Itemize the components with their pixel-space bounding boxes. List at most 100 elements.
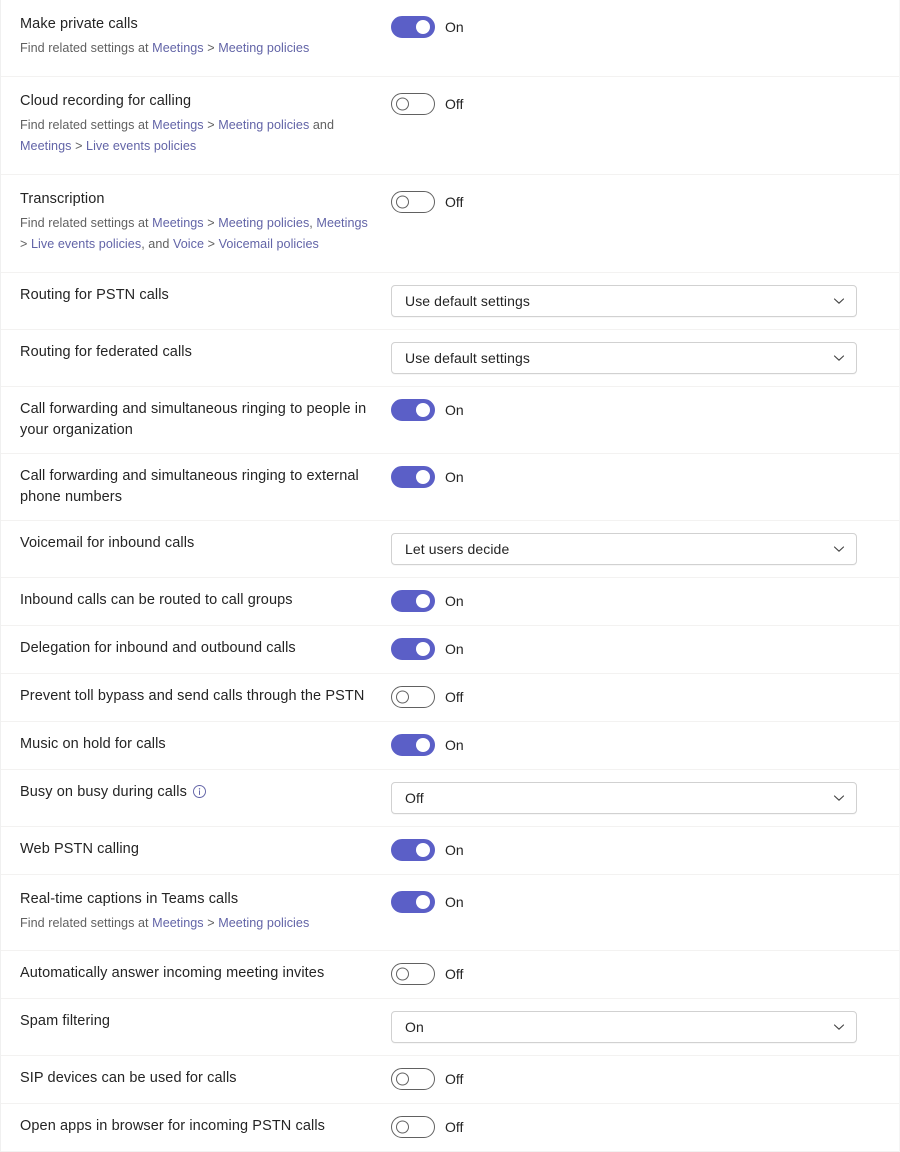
toggle-state-label: Off xyxy=(445,689,463,705)
setting-title: Spam filtering xyxy=(20,1011,377,1032)
setting-row: Cloud recording for callingFind related … xyxy=(1,77,899,175)
setting-label-column: Call forwarding and simultaneous ringing… xyxy=(1,466,391,508)
toggle-state-label: On xyxy=(445,19,464,35)
related-setting-link[interactable]: Meetings xyxy=(20,139,72,153)
toggle-switch[interactable] xyxy=(391,1068,435,1090)
dropdown-selected-value: Use default settings xyxy=(405,350,530,366)
setting-title: Call forwarding and simultaneous ringing… xyxy=(20,466,377,508)
toggle-knob xyxy=(396,690,409,703)
toggle-group: On xyxy=(391,466,464,488)
setting-label-column: Prevent toll bypass and send calls throu… xyxy=(1,686,391,707)
setting-title: Call forwarding and simultaneous ringing… xyxy=(20,399,377,441)
setting-description: Find related settings at Meetings > Meet… xyxy=(20,213,377,256)
setting-control-column: Off xyxy=(391,782,899,814)
setting-label-column: Real-time captions in Teams callsFind re… xyxy=(1,889,391,935)
toggle-switch[interactable] xyxy=(391,638,435,660)
setting-row: Busy on busy during callsOff xyxy=(1,770,899,827)
chevron-down-icon xyxy=(833,1021,845,1033)
setting-title: SIP devices can be used for calls xyxy=(20,1068,377,1089)
toggle-group: On xyxy=(391,590,464,612)
toggle-knob xyxy=(396,968,409,981)
setting-control-column: Let users decide xyxy=(391,533,899,565)
toggle-switch[interactable] xyxy=(391,466,435,488)
toggle-switch[interactable] xyxy=(391,93,435,115)
toggle-switch[interactable] xyxy=(391,399,435,421)
setting-control-column: Use default settings xyxy=(391,285,899,317)
setting-title: Cloud recording for calling xyxy=(20,91,377,112)
toggle-knob xyxy=(416,403,430,417)
toggle-switch[interactable] xyxy=(391,590,435,612)
info-icon[interactable] xyxy=(192,784,207,799)
toggle-knob xyxy=(416,843,430,857)
toggle-group: Off xyxy=(391,1116,463,1138)
setting-control-column: On xyxy=(391,399,899,421)
toggle-switch[interactable] xyxy=(391,963,435,985)
setting-control-column: Off xyxy=(391,686,899,708)
toggle-switch[interactable] xyxy=(391,1116,435,1138)
toggle-switch[interactable] xyxy=(391,734,435,756)
toggle-state-label: Off xyxy=(445,194,463,210)
setting-title: Automatically answer incoming meeting in… xyxy=(20,963,377,984)
related-setting-link[interactable]: Live events policies xyxy=(86,139,196,153)
toggle-state-label: On xyxy=(445,402,464,418)
setting-title: Web PSTN calling xyxy=(20,839,377,860)
setting-row: Automatically answer incoming meeting in… xyxy=(1,951,899,999)
toggle-state-label: On xyxy=(445,737,464,753)
related-setting-link[interactable]: Live events policies xyxy=(31,237,141,251)
toggle-state-label: Off xyxy=(445,966,463,982)
related-setting-link[interactable]: Meetings xyxy=(152,916,204,930)
toggle-state-label: On xyxy=(445,593,464,609)
toggle-knob xyxy=(416,895,430,909)
toggle-group: Off xyxy=(391,93,463,115)
toggle-switch[interactable] xyxy=(391,891,435,913)
setting-label-column: Cloud recording for callingFind related … xyxy=(1,91,391,158)
related-setting-link[interactable]: Meeting policies xyxy=(218,216,309,230)
setting-row: Delegation for inbound and outbound call… xyxy=(1,626,899,674)
toggle-group: On xyxy=(391,399,464,421)
setting-title: Inbound calls can be routed to call grou… xyxy=(20,590,377,611)
dropdown-select[interactable]: On xyxy=(391,1011,857,1043)
setting-control-column: On xyxy=(391,638,899,660)
related-setting-link[interactable]: Meetings xyxy=(152,41,204,55)
toggle-switch[interactable] xyxy=(391,839,435,861)
toggle-state-label: Off xyxy=(445,96,463,112)
dropdown-select[interactable]: Use default settings xyxy=(391,285,857,317)
toggle-knob xyxy=(416,738,430,752)
toggle-group: Off xyxy=(391,686,463,708)
setting-row: Inbound calls can be routed to call grou… xyxy=(1,578,899,626)
related-setting-link[interactable]: Meeting policies xyxy=(218,41,309,55)
setting-row: Web PSTN callingOn xyxy=(1,827,899,875)
related-setting-link[interactable]: Meetings xyxy=(152,216,204,230)
setting-control-column: Off xyxy=(391,1068,899,1090)
dropdown-select[interactable]: Off xyxy=(391,782,857,814)
related-setting-link[interactable]: Meetings xyxy=(152,118,204,132)
related-setting-link[interactable]: Meetings xyxy=(316,216,368,230)
chevron-down-icon xyxy=(833,792,845,804)
setting-label-column: Spam filtering xyxy=(1,1011,391,1032)
setting-control-column: On xyxy=(391,734,899,756)
toggle-knob xyxy=(416,594,430,608)
related-setting-link[interactable]: Voice xyxy=(173,237,204,251)
setting-row: Call forwarding and simultaneous ringing… xyxy=(1,454,899,521)
setting-label-column: Make private callsFind related settings … xyxy=(1,14,391,60)
related-setting-link[interactable]: Meeting policies xyxy=(218,118,309,132)
toggle-knob xyxy=(416,20,430,34)
setting-label-column: SIP devices can be used for calls xyxy=(1,1068,391,1089)
toggle-switch[interactable] xyxy=(391,16,435,38)
dropdown-select[interactable]: Let users decide xyxy=(391,533,857,565)
toggle-group: Off xyxy=(391,191,463,213)
dropdown-select[interactable]: Use default settings xyxy=(391,342,857,374)
chevron-down-icon xyxy=(833,352,845,364)
toggle-group: On xyxy=(391,891,464,913)
toggle-state-label: On xyxy=(445,469,464,485)
setting-title: Music on hold for calls xyxy=(20,734,377,755)
related-setting-link[interactable]: Voicemail policies xyxy=(219,237,319,251)
toggle-switch[interactable] xyxy=(391,191,435,213)
dropdown-selected-value: On xyxy=(405,1019,424,1035)
toggle-group: On xyxy=(391,638,464,660)
related-setting-link[interactable]: Meeting policies xyxy=(218,916,309,930)
setting-title: Routing for PSTN calls xyxy=(20,285,377,306)
setting-title: Voicemail for inbound calls xyxy=(20,533,377,554)
toggle-knob xyxy=(396,195,409,208)
toggle-switch[interactable] xyxy=(391,686,435,708)
